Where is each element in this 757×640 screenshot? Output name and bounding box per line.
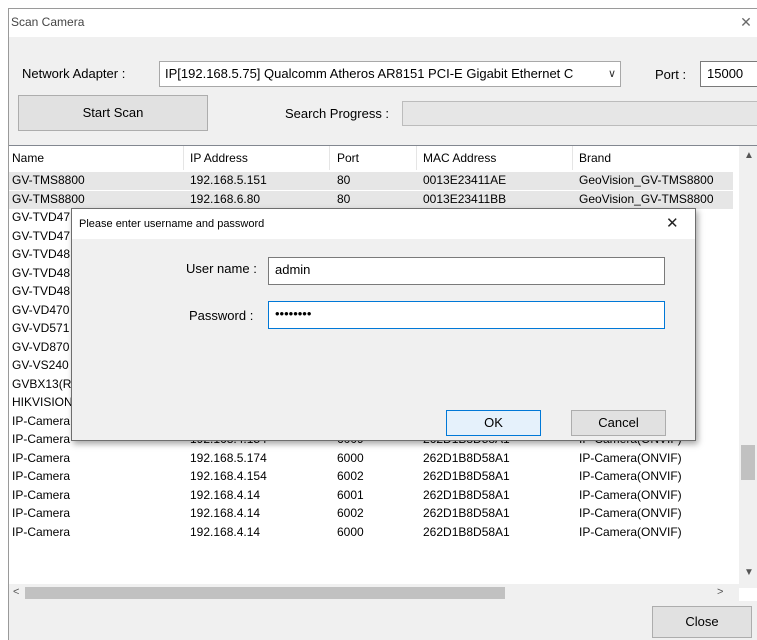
- vertical-scrollbar[interactable]: ▲ ▼: [739, 146, 757, 588]
- port-input[interactable]: 15000: [700, 61, 757, 87]
- table-row[interactable]: GV-TMS8800 192.168.5.151 80 0013E23411AE Geo…: [9, 172, 733, 190]
- scroll-left-icon[interactable]: <: [13, 586, 19, 598]
- table-row[interactable]: GV-TMS8800 192.168.6.80 80 0013E23411BB GeoV…: [9, 190, 733, 209]
- column-divider[interactable]: [329, 146, 330, 170]
- scroll-down-icon[interactable]: ▼: [744, 567, 754, 578]
- cell-ip: 192.168.4.14: [190, 506, 261, 520]
- column-header-mac[interactable]: MAC Address: [423, 151, 496, 165]
- cell-mac: 262D1B8D58A1: [423, 506, 510, 520]
- table-row[interactable]: IP-Camera 192.168.5.174 6000 262D1B8D58A1 IP…: [9, 450, 733, 468]
- cell-port: 6000: [337, 450, 364, 465]
- password-label: Password :: [189, 308, 254, 323]
- network-adapter-label: Network Adapter :: [22, 66, 126, 81]
- cell-port: 6002: [337, 469, 364, 483]
- cell-port: 80: [337, 173, 351, 187]
- scroll-up-icon[interactable]: ▲: [744, 150, 754, 161]
- cell-mac: 0013E23411AE: [423, 173, 507, 187]
- cell-brand: GeoVision_GV-TMS8800: [579, 173, 714, 187]
- window-title: Scan Camera: [11, 15, 85, 29]
- cell-brand: IP-Camera(ONVIF): [579, 524, 682, 539]
- ok-button[interactable]: OK: [446, 410, 541, 436]
- username-input[interactable]: admin: [268, 257, 665, 285]
- window-close-icon[interactable]: ✕: [735, 11, 757, 33]
- cell-brand: IP-Camera(ONVIF): [579, 506, 682, 520]
- login-dialog: Please enter username and password ✕ Use…: [71, 208, 696, 441]
- horizontal-scroll-thumb[interactable]: [25, 587, 505, 599]
- title-bar: Scan Camera ✕: [9, 9, 757, 37]
- cell-name: IP-Camera: [12, 487, 71, 502]
- cell-brand: IP-Camera(ONVIF): [579, 487, 682, 502]
- column-divider[interactable]: [572, 146, 573, 170]
- table-row[interactable]: IP-Camera 192.168.4.154 6002 262D1B8D58A1 IP…: [9, 468, 733, 486]
- cell-ip: 192.168.4.154: [190, 469, 267, 483]
- port-label: Port :: [655, 67, 687, 82]
- cell-mac: 262D1B8D58A1: [423, 469, 510, 483]
- cell-mac: 262D1B8D58A1: [423, 450, 510, 465]
- cell-ip: 192.168.5.151: [190, 173, 267, 187]
- cell-name: IP-Camera: [12, 524, 71, 539]
- cell-brand: IP-Camera(ONVIF): [579, 469, 682, 483]
- column-header-ip[interactable]: IP Address: [190, 151, 248, 165]
- cell-ip: 192.168.4.14: [190, 524, 261, 539]
- column-divider[interactable]: [183, 146, 184, 170]
- column-divider[interactable]: [416, 146, 417, 170]
- cell-mac: 0013E23411BB: [423, 191, 507, 206]
- cell-brand: GeoVision_GV-TMS8800: [579, 191, 714, 206]
- cell-name: IP-Camera: [12, 506, 71, 520]
- close-button[interactable]: Close: [652, 606, 752, 638]
- network-adapter-value: IP[192.168.5.75] Qualcomm Atheros AR8151…: [165, 66, 574, 81]
- cell-ip: 192.168.4.14: [190, 487, 261, 502]
- cell-port: 6002: [337, 506, 364, 520]
- cell-ip: 192.168.6.80: [190, 191, 261, 206]
- horizontal-scrollbar[interactable]: < >: [9, 584, 739, 601]
- cell-mac: 262D1B8D58A1: [423, 524, 510, 539]
- column-header-port[interactable]: Port: [337, 151, 359, 165]
- cell-port: 80: [337, 191, 351, 206]
- cell-port: 6000: [337, 524, 364, 539]
- table-row[interactable]: IP-Camera 192.168.4.14 6001 262D1B8D58A1 IP-…: [9, 487, 733, 505]
- chevron-down-icon: ∨: [607, 68, 616, 80]
- dialog-close-icon[interactable]: ✕: [666, 214, 679, 232]
- column-header-brand[interactable]: Brand: [579, 151, 611, 165]
- table-header: Name IP Address Port MAC Address Brand: [9, 146, 739, 170]
- table-row[interactable]: IP-Camera 192.168.4.14 6002 262D1B8D58A1 IP-…: [9, 505, 733, 523]
- vertical-scroll-thumb[interactable]: [741, 445, 755, 480]
- search-progress-label: Search Progress :: [285, 106, 390, 121]
- start-scan-button[interactable]: Start Scan: [18, 95, 208, 131]
- cell-mac: 262D1B8D58A1: [423, 487, 510, 502]
- search-progress-bar: [402, 101, 757, 126]
- cell-name: GV-TMS8800: [12, 173, 85, 187]
- cell-port: 6001: [337, 487, 364, 502]
- cell-name: IP-Camera: [12, 450, 71, 465]
- password-input[interactable]: ••••••••: [268, 301, 665, 329]
- column-header-name[interactable]: Name: [12, 151, 44, 165]
- table-row[interactable]: IP-Camera 192.168.4.14 6000 262D1B8D58A1 IP-…: [9, 524, 733, 542]
- scroll-right-icon[interactable]: >: [717, 586, 723, 598]
- cell-name: GV-TMS8800: [12, 191, 85, 206]
- cell-ip: 192.168.5.174: [190, 450, 267, 465]
- dialog-title-bar: Please enter username and password ✕: [72, 209, 695, 239]
- dialog-title: Please enter username and password: [79, 218, 265, 230]
- username-label: User name :: [186, 261, 257, 276]
- cancel-button[interactable]: Cancel: [571, 410, 666, 436]
- cell-brand: IP-Camera(ONVIF): [579, 450, 682, 465]
- cell-name: IP-Camera: [12, 469, 71, 483]
- network-adapter-select[interactable]: IP[192.168.5.75] Qualcomm Atheros AR8151…: [159, 61, 621, 87]
